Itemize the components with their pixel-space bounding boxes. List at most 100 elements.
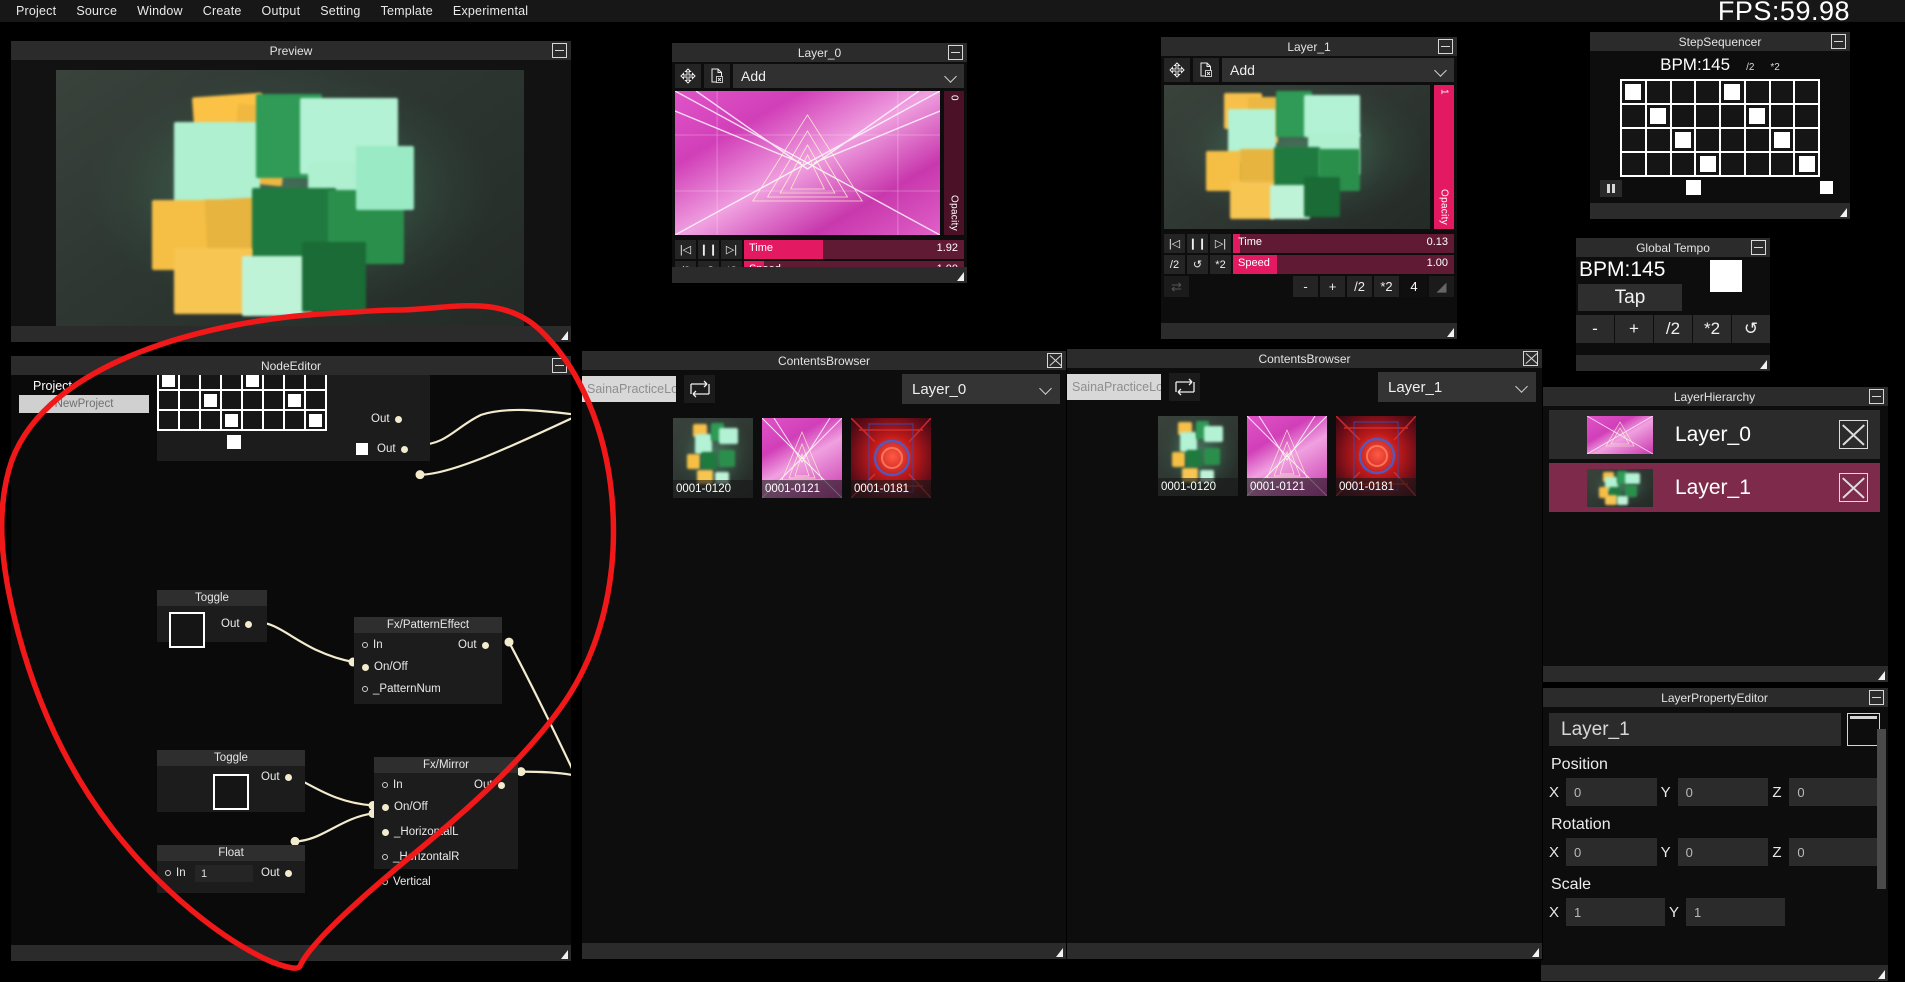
step-cell[interactable] xyxy=(1770,104,1795,128)
step-cell[interactable] xyxy=(1794,128,1819,152)
layer0-time-slider[interactable]: Time 1.92 xyxy=(744,240,964,259)
close-icon[interactable] xyxy=(1523,351,1538,366)
pause-icon[interactable]: ❙❙ xyxy=(698,240,719,259)
step-cell[interactable] xyxy=(1745,128,1770,152)
node-float[interactable]: Float In 1 Out xyxy=(157,845,305,893)
step-cell[interactable] xyxy=(1720,80,1745,104)
node-editor-body[interactable]: Project NewProject xyxy=(11,375,571,945)
pause-icon[interactable]: ❙❙ xyxy=(1187,234,1208,253)
pattern-effect-out[interactable]: Out xyxy=(458,639,489,651)
step-cell[interactable] xyxy=(1720,128,1745,152)
layer1-time-slider[interactable]: Time 0.13 xyxy=(1233,234,1454,253)
minimize-icon[interactable] xyxy=(552,358,567,373)
menu-item-template[interactable]: Template xyxy=(371,0,443,22)
step-cell[interactable] xyxy=(1621,104,1646,128)
step-cell[interactable] xyxy=(1695,128,1720,152)
step-cell[interactable] xyxy=(1695,104,1720,128)
step-cell[interactable] xyxy=(1671,152,1696,176)
beat-half-button[interactable]: /2 xyxy=(1347,276,1372,297)
step-cell[interactable] xyxy=(1745,80,1770,104)
port-dot[interactable] xyxy=(245,621,252,628)
step-sequencer-half-button[interactable]: /2 xyxy=(1746,62,1754,73)
resize-grip[interactable] xyxy=(1840,208,1847,217)
port-dot[interactable] xyxy=(395,416,402,423)
close-icon[interactable] xyxy=(1839,420,1868,449)
pause-icon[interactable] xyxy=(1600,180,1622,197)
port-dot[interactable] xyxy=(382,782,388,788)
beat-double-button[interactable]: *2 xyxy=(1374,276,1399,297)
speed-reset-icon[interactable]: ↺ xyxy=(1187,255,1208,274)
port-dot[interactable] xyxy=(285,774,292,781)
port-dot[interactable] xyxy=(362,664,369,671)
step-cell[interactable] xyxy=(1621,152,1646,176)
clear-file-icon[interactable] xyxy=(704,64,730,88)
step-cell[interactable] xyxy=(200,375,221,390)
menu-item-project[interactable]: Project xyxy=(6,0,66,22)
layer0-opacity-slider[interactable]: 0 Opacity xyxy=(944,91,964,235)
step-cell[interactable] xyxy=(263,410,284,430)
rotation-x-input[interactable]: 0 xyxy=(1566,838,1657,866)
layer1-opacity-slider[interactable]: 1 Opacity xyxy=(1434,85,1454,229)
toggle-top-out[interactable]: Out xyxy=(221,618,252,630)
step-cell[interactable] xyxy=(305,410,326,430)
tempo-plus-button[interactable]: + xyxy=(1615,315,1654,343)
port-dot[interactable] xyxy=(382,854,388,860)
preview-body[interactable] xyxy=(11,60,571,326)
loop-icon[interactable] xyxy=(684,375,715,403)
toggle-checkbox[interactable] xyxy=(213,774,249,810)
content-item[interactable]: 0001-0120 xyxy=(673,418,753,498)
menu-item-source[interactable]: Source xyxy=(66,0,127,22)
step-cell[interactable] xyxy=(1770,152,1795,176)
next-frame-icon[interactable]: ▷| xyxy=(721,240,742,259)
scale-x-input[interactable]: 1 xyxy=(1566,898,1665,926)
metronome-icon[interactable]: ◢ xyxy=(1429,276,1454,297)
step-cell[interactable] xyxy=(221,410,242,430)
resize-grip[interactable] xyxy=(1056,948,1063,957)
minimize-icon[interactable] xyxy=(1869,389,1884,404)
menu-item-output[interactable]: Output xyxy=(252,0,311,22)
prev-frame-icon[interactable]: |◁ xyxy=(675,240,696,259)
step-cell[interactable] xyxy=(242,375,263,390)
mirror-horizontal-r[interactable]: _HorizontalR xyxy=(382,851,459,863)
port-dot[interactable] xyxy=(498,782,505,789)
node-fx-mirror[interactable]: Fx/Mirror In Out On/Off _HorizontalL _Ho… xyxy=(374,757,518,869)
port-dot[interactable] xyxy=(362,686,368,692)
shuffle-icon[interactable]: ⇄ xyxy=(1164,276,1189,297)
step-cell[interactable] xyxy=(1794,152,1819,176)
layer1-blend-mode-select[interactable]: Add xyxy=(1222,58,1454,82)
toggle-checkbox[interactable] xyxy=(169,612,205,648)
resize-grip[interactable] xyxy=(1447,328,1454,337)
step-cell[interactable] xyxy=(1646,152,1671,176)
vertical-scrollbar[interactable] xyxy=(1877,729,1886,889)
resize-grip[interactable] xyxy=(561,950,568,959)
step-sequencer-double-button[interactable]: *2 xyxy=(1770,62,1779,73)
step-cell[interactable] xyxy=(1646,80,1671,104)
tempo-minus-button[interactable]: - xyxy=(1576,315,1615,343)
minimize-icon[interactable] xyxy=(552,43,567,58)
port-dot[interactable] xyxy=(401,446,408,453)
step-cell[interactable] xyxy=(158,410,179,430)
contents-browser-1-tag[interactable]: SainaPracticeLoops xyxy=(1067,374,1161,400)
step-cell[interactable] xyxy=(1695,152,1720,176)
loop-icon[interactable] xyxy=(1169,373,1200,401)
minimize-icon[interactable] xyxy=(1831,34,1846,49)
beat-count-value[interactable]: 4 xyxy=(1401,276,1427,297)
position-z-input[interactable]: 0 xyxy=(1789,778,1880,806)
clear-file-icon[interactable] xyxy=(1193,58,1219,82)
minimize-icon[interactable] xyxy=(948,45,963,60)
resize-grip[interactable] xyxy=(957,272,964,281)
node-fx-pattern-effect[interactable]: Fx/PatternEffect In Out On/Off _PatternN… xyxy=(354,617,502,704)
step-cell[interactable] xyxy=(1621,128,1646,152)
layer-hierarchy-item-layer0[interactable]: Layer_0 xyxy=(1549,410,1880,459)
step-cell[interactable] xyxy=(200,390,221,410)
mirror-out[interactable]: Out xyxy=(474,779,505,791)
step-cell[interactable] xyxy=(1621,80,1646,104)
resize-grip[interactable] xyxy=(561,331,568,340)
rotation-y-input[interactable]: 0 xyxy=(1678,838,1769,866)
move-icon[interactable] xyxy=(1164,58,1190,82)
speed-double-button[interactable]: *2 xyxy=(1210,255,1231,274)
pattern-effect-patternnum[interactable]: _PatternNum xyxy=(362,683,441,695)
layer0-blend-mode-select[interactable]: Add xyxy=(733,64,964,88)
close-icon[interactable] xyxy=(1839,473,1868,502)
step-cell[interactable] xyxy=(1770,80,1795,104)
